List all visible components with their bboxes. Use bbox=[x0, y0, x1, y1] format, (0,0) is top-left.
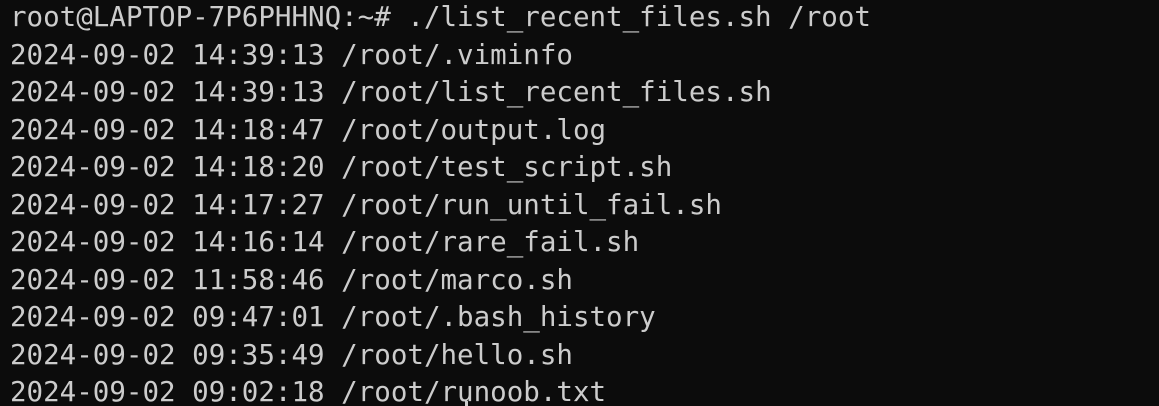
file-date: 2024-09-02 bbox=[10, 301, 176, 333]
file-path: /root/marco.sh bbox=[341, 263, 573, 296]
file-time: 14:17:27 bbox=[192, 188, 325, 221]
file-time: 11:58:46 bbox=[192, 263, 325, 296]
file-time: 14:18:20 bbox=[192, 151, 325, 183]
prompt-line: root@LAPTOP-7P6PHHNQ:~# ./list_recent_fi… bbox=[10, 0, 1159, 37]
file-path: /root/test_script.sh bbox=[341, 151, 673, 183]
output-line: 2024-09-02 09:02:18 /root/runoob.txt bbox=[10, 374, 1159, 406]
file-time: 14:39:13 bbox=[192, 38, 325, 71]
output-line: 2024-09-02 14:18:47 /root/output.log bbox=[10, 112, 1159, 150]
file-time: 14:18:47 bbox=[192, 113, 325, 146]
output-line: 2024-09-02 14:16:14 /root/rare_fail.sh bbox=[10, 224, 1159, 262]
file-path: /root/rare_fail.sh bbox=[341, 226, 640, 258]
file-date: 2024-09-02 bbox=[10, 188, 176, 221]
prompt-user-host: root@LAPTOP-7P6PHHNQ:~# bbox=[10, 1, 391, 33]
file-time: 14:39:13 bbox=[192, 76, 325, 108]
output-line: 2024-09-02 09:35:49 /root/hello.sh bbox=[10, 337, 1159, 375]
output-line: 2024-09-02 14:17:27 /root/run_until_fail… bbox=[10, 187, 1159, 225]
file-date: 2024-09-02 bbox=[10, 151, 176, 183]
file-path: /root/.bash_history bbox=[341, 301, 656, 333]
file-time: 14:16:14 bbox=[192, 226, 325, 258]
file-time: 09:02:18 bbox=[192, 376, 325, 406]
file-time: 09:47:01 bbox=[192, 301, 325, 333]
file-path: /root/list_recent_files.sh bbox=[341, 76, 772, 108]
file-path: /root/.viminfo bbox=[341, 38, 573, 71]
file-path: /root/run_until_fail.sh bbox=[341, 188, 722, 221]
file-date: 2024-09-02 bbox=[10, 76, 176, 108]
file-path: /root/runoob.txt bbox=[341, 376, 607, 406]
file-path: /root/output.log bbox=[341, 113, 607, 146]
output-line: 2024-09-02 14:39:13 /root/list_recent_fi… bbox=[10, 74, 1159, 112]
output-line: 2024-09-02 09:47:01 /root/.bash_history bbox=[10, 299, 1159, 337]
file-time: 09:35:49 bbox=[192, 338, 325, 371]
file-date: 2024-09-02 bbox=[10, 263, 176, 296]
file-date: 2024-09-02 bbox=[10, 226, 176, 258]
terminal-window[interactable]: root@LAPTOP-7P6PHHNQ:~# ./list_recent_fi… bbox=[0, 0, 1159, 406]
file-date: 2024-09-02 bbox=[10, 338, 176, 371]
output-line: 2024-09-02 14:18:20 /root/test_script.sh bbox=[10, 149, 1159, 187]
file-date: 2024-09-02 bbox=[10, 113, 176, 146]
cursor bbox=[465, 401, 468, 406]
output-line: 2024-09-02 14:39:13 /root/.viminfo bbox=[10, 37, 1159, 75]
file-date: 2024-09-02 bbox=[10, 38, 176, 71]
output-line: 2024-09-02 11:58:46 /root/marco.sh bbox=[10, 262, 1159, 300]
command-text: ./list_recent_files.sh /root bbox=[407, 1, 871, 33]
file-date: 2024-09-02 bbox=[10, 376, 176, 406]
file-path: /root/hello.sh bbox=[341, 338, 573, 371]
